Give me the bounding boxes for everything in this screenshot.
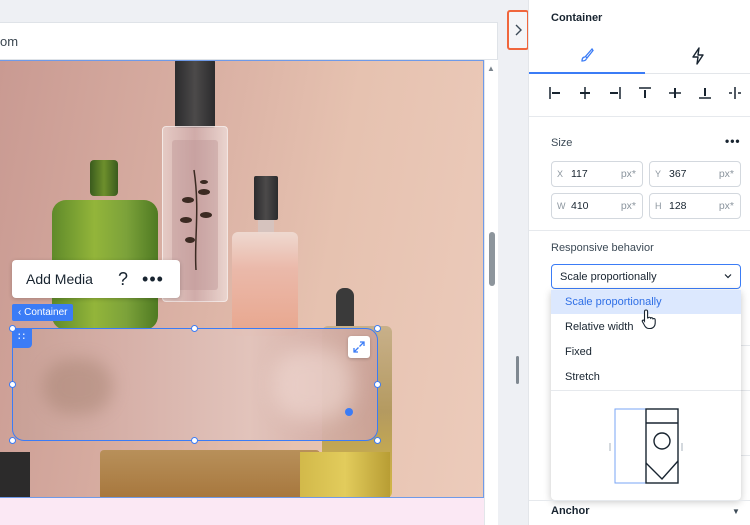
paintbrush-icon xyxy=(581,47,594,62)
blur-shape xyxy=(273,349,353,419)
panel-gutter xyxy=(498,0,528,525)
x-field-label: X xyxy=(557,169,564,179)
align-right-icon[interactable] xyxy=(605,83,625,103)
tab-interactions[interactable] xyxy=(645,38,750,74)
w-field-label: W xyxy=(557,201,566,211)
chevron-down-icon xyxy=(724,274,732,279)
x-field[interactable]: X 117 px* xyxy=(551,161,643,187)
chevron-right-icon xyxy=(515,24,522,36)
url-text: om xyxy=(0,34,19,49)
x-field-unit[interactable]: px* xyxy=(621,168,636,180)
drag-handle-icon[interactable]: ∷ xyxy=(12,328,32,348)
resize-handle-bottom[interactable] xyxy=(191,437,198,444)
distribute-icon[interactable] xyxy=(725,83,745,103)
divider xyxy=(529,230,750,231)
behavior-preview xyxy=(551,390,741,500)
size-more-button[interactable]: ••• xyxy=(725,134,741,148)
anchor-section[interactable]: Anchor ▼ xyxy=(529,500,750,525)
responsive-behavior-select[interactable]: Scale proportionally xyxy=(551,264,741,289)
y-field-value: 367 xyxy=(669,168,687,180)
size-label: Size xyxy=(551,137,573,149)
blur-shape xyxy=(43,359,113,414)
pink-bottle xyxy=(232,176,298,336)
w-field-unit[interactable]: px* xyxy=(621,200,636,212)
select-value: Scale proportionally xyxy=(560,271,657,283)
resize-handle-top[interactable] xyxy=(191,325,198,332)
w-field-value: 410 xyxy=(571,200,589,212)
x-field-value: 117 xyxy=(571,168,588,180)
h-field-label: H xyxy=(655,201,662,211)
pointer-hand-icon xyxy=(641,309,656,330)
align-top-icon[interactable] xyxy=(635,83,655,103)
align-center-vertical-icon[interactable] xyxy=(665,83,685,103)
h-field-unit[interactable]: px* xyxy=(719,200,734,212)
container-toolbar: Add Media ? ••• xyxy=(12,260,180,298)
align-left-icon[interactable] xyxy=(545,83,565,103)
tab-design[interactable] xyxy=(529,38,645,74)
option-stretch[interactable]: Stretch xyxy=(551,365,741,389)
resize-handle-tr[interactable] xyxy=(374,325,381,332)
h-field-value: 128 xyxy=(669,200,687,212)
scroll-thumb[interactable] xyxy=(489,232,495,286)
scroll-up-icon[interactable]: ▲ xyxy=(487,64,495,73)
add-media-button[interactable]: Add Media xyxy=(12,271,110,287)
resize-handle-right[interactable] xyxy=(374,381,381,388)
resize-handle-tl[interactable] xyxy=(9,325,16,332)
y-field-label: Y xyxy=(655,169,662,179)
anchor-label: Anchor xyxy=(551,505,590,517)
divider xyxy=(741,455,750,456)
editor-canvas: om ▲ Add Media ? ••• ‹ Container ∷ xyxy=(0,0,500,525)
help-button[interactable]: ? xyxy=(110,269,136,290)
top-strip xyxy=(0,0,500,22)
divider xyxy=(741,345,750,346)
inspector-panel: Container Size ••• X 117 px* Y 367 px* W… xyxy=(528,0,750,525)
y-field-unit[interactable]: px* xyxy=(719,168,734,180)
footer-strip xyxy=(0,497,484,525)
amber-bottle xyxy=(100,450,320,497)
alignment-toolbar xyxy=(545,82,745,104)
stretch-button[interactable] xyxy=(348,336,370,358)
w-field[interactable]: W 410 px* xyxy=(551,193,643,219)
responsive-behavior-label: Responsive behavior xyxy=(551,242,654,254)
resize-handle-br[interactable] xyxy=(374,437,381,444)
yellow-bottle xyxy=(300,452,390,497)
canvas-scrollbar[interactable]: ▲ xyxy=(484,60,498,525)
divider xyxy=(529,116,750,117)
gutter-drag-handle[interactable] xyxy=(516,356,519,384)
lightning-icon xyxy=(692,46,704,65)
panel-title: Container xyxy=(551,12,603,24)
h-field[interactable]: H 128 px* xyxy=(649,193,741,219)
option-fixed[interactable]: Fixed xyxy=(551,340,741,364)
expand-arrows-icon xyxy=(353,341,365,353)
focal-point-handle[interactable] xyxy=(345,408,353,416)
align-center-horizontal-icon[interactable] xyxy=(575,83,595,103)
url-bar[interactable]: om xyxy=(0,22,498,60)
divider xyxy=(741,390,750,391)
scale-preview-illustration xyxy=(609,408,683,484)
container-breadcrumb-tag[interactable]: ‹ Container xyxy=(12,304,74,321)
resize-handle-left[interactable] xyxy=(9,381,16,388)
collapse-panel-button[interactable] xyxy=(507,10,529,50)
y-field[interactable]: Y 367 px* xyxy=(649,161,741,187)
align-bottom-icon[interactable] xyxy=(695,83,715,103)
dark-bottle xyxy=(0,452,30,497)
selected-container[interactable] xyxy=(12,328,378,441)
resize-handle-bl[interactable] xyxy=(9,437,16,444)
chevron-down-icon: ▼ xyxy=(732,507,740,516)
more-actions-button[interactable]: ••• xyxy=(136,270,170,288)
